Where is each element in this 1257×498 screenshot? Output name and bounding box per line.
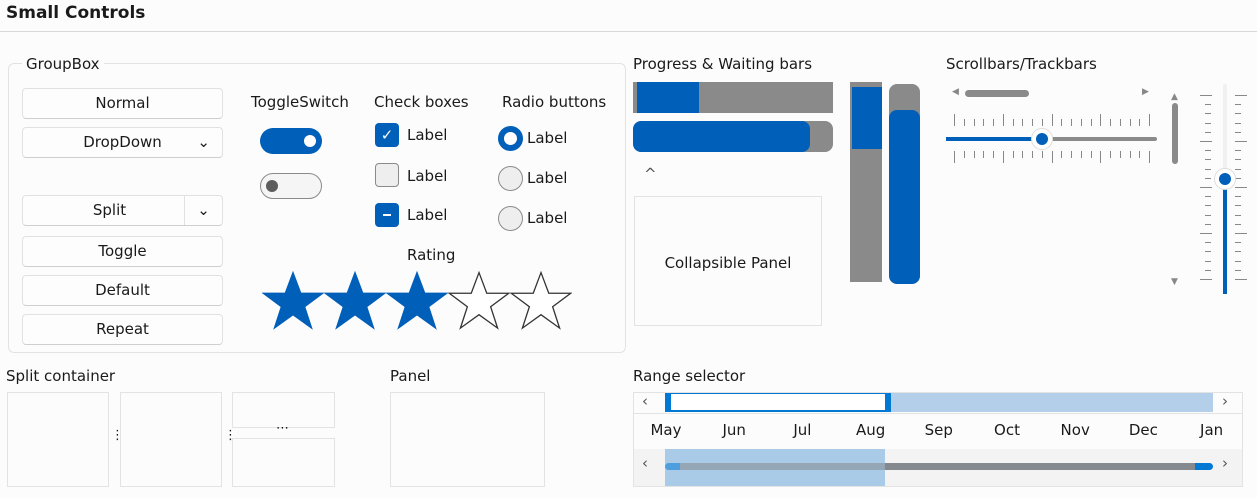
vertical-progress-bar-rounded (889, 84, 920, 284)
vertical-progress-bar (850, 82, 882, 282)
collapsible-panel: Collapsible Panel (634, 196, 822, 326)
radio-label: Label (527, 169, 568, 187)
scrollbars-label: Scrollbars/Trackbars (946, 55, 1097, 73)
chevron-down-icon: ⌄ (197, 133, 210, 151)
split-pane (120, 392, 222, 487)
checkbox-indeterminate[interactable] (375, 203, 399, 227)
checkbox-unchecked[interactable] (375, 163, 399, 187)
star-filled-icon[interactable] (262, 270, 324, 332)
month-label: Jan (1200, 421, 1224, 439)
split-dropdown-chevron-icon[interactable]: ⌄ (184, 196, 222, 225)
split-pane (7, 392, 109, 487)
scroll-up-arrow-icon[interactable]: ▲ (1171, 92, 1178, 102)
range-selector-label: Range selector (633, 367, 746, 385)
chevron-up-icon[interactable]: ^ (644, 165, 657, 183)
overview-right-arrow-icon[interactable]: › (1222, 454, 1228, 472)
scroll-right-arrow-icon[interactable]: ▶ (1142, 87, 1149, 97)
checkbox-label: Label (407, 167, 448, 185)
month-label: Jun (722, 421, 746, 439)
collapsible-panel-text: Collapsible Panel (664, 254, 792, 272)
panel-label: Panel (390, 367, 431, 385)
normal-button[interactable]: Normal (22, 88, 223, 119)
horizontal-trackbar-thumb[interactable] (1031, 128, 1053, 150)
vertical-trackbar-thumb[interactable] (1214, 168, 1236, 190)
page-title: Small Controls (6, 3, 146, 23)
month-label: Dec (1128, 421, 1158, 439)
range-selection[interactable] (665, 393, 891, 412)
progress-bar-rounded (633, 121, 833, 152)
progress-bar (633, 82, 833, 113)
radio-unselected[interactable] (498, 206, 523, 231)
repeat-button[interactable]: Repeat (22, 314, 223, 345)
radio-label: Label (527, 209, 568, 227)
star-filled-icon[interactable] (324, 270, 386, 332)
toggle-button[interactable]: Toggle (22, 236, 223, 267)
scroll-left-arrow-icon[interactable]: ◀ (952, 87, 959, 97)
range-left-arrow-icon[interactable]: ‹ (642, 392, 648, 410)
toggle-switch-off[interactable] (260, 173, 322, 199)
checkbox-label: Label (407, 126, 448, 144)
checkboxes-label: Check boxes (374, 93, 469, 111)
month-label: May (650, 421, 682, 439)
split-container-label: Split container (6, 367, 116, 385)
star-filled-icon[interactable] (386, 270, 448, 332)
split-label: Split (92, 201, 127, 219)
vertical-scrollbar-thumb[interactable] (1172, 103, 1178, 164)
splitter-handle-horizontal-icon[interactable]: ⋯ (276, 421, 289, 436)
groupbox-label: GroupBox (22, 55, 104, 73)
star-empty-icon[interactable] (510, 270, 572, 332)
horizontal-scrollbar-thumb[interactable] (965, 90, 1029, 97)
toggleswitch-label: ToggleSwitch (251, 93, 349, 111)
scroll-down-arrow-icon[interactable]: ▼ (1171, 277, 1178, 287)
default-button[interactable]: Default (22, 275, 223, 306)
checkmark-icon: ✓ (380, 126, 394, 144)
checkbox-checked[interactable]: ✓ (375, 123, 399, 147)
month-label: Nov (1060, 421, 1090, 439)
toggle-switch-on[interactable] (260, 128, 322, 154)
star-empty-icon[interactable] (448, 270, 510, 332)
month-label: Aug (855, 421, 886, 439)
panel (390, 392, 545, 487)
month-label: Jul (793, 421, 812, 439)
progress-label: Progress & Waiting bars (633, 55, 813, 73)
dropdown-button[interactable]: DropDown ⌄ (22, 127, 223, 158)
radio-unselected[interactable] (498, 166, 523, 191)
checkbox-label: Label (407, 206, 448, 224)
rating-label: Rating (407, 246, 456, 264)
range-right-arrow-icon[interactable]: › (1222, 392, 1228, 410)
dropdown-label: DropDown (83, 133, 162, 151)
month-label: Oct (994, 421, 1020, 439)
dash-icon (383, 214, 391, 216)
radiobuttons-label: Radio buttons (502, 93, 607, 111)
month-label: Sep (924, 421, 953, 439)
radio-selected[interactable] (498, 126, 523, 151)
rating-control[interactable] (262, 270, 574, 332)
overview-left-arrow-icon[interactable]: ‹ (642, 454, 648, 472)
title-divider (0, 31, 1257, 32)
split-pane-bottom (232, 438, 335, 487)
radio-label: Label (527, 129, 568, 147)
split-button[interactable]: Split ⌄ (22, 195, 223, 226)
